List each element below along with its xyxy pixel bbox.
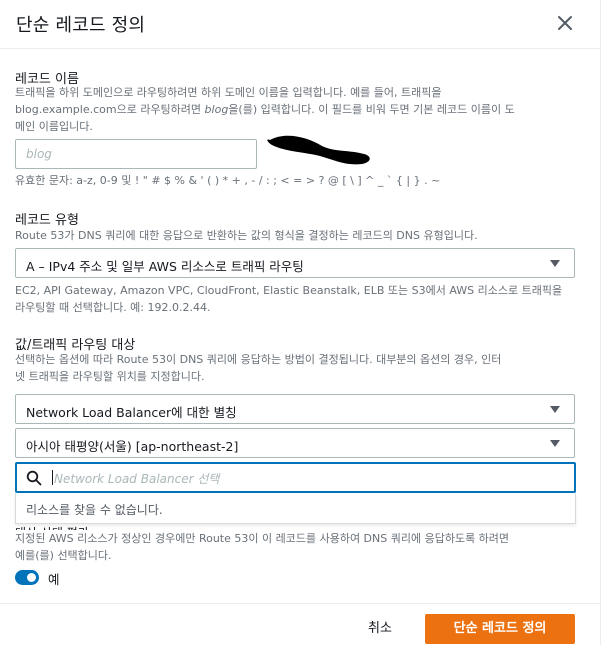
dialog-title: 단순 레코드 정의 (16, 15, 146, 36)
routing-target-desc-line2: 넷 트래픽을 라우팅할 위치를 지정합니다. (15, 370, 205, 383)
region-value: 아시아 태평양(서울) [ap-northeast-2] (26, 439, 239, 454)
record-name-input[interactable]: blog (15, 139, 257, 169)
text-cursor (52, 470, 53, 485)
no-results-message: 리소스를 찾을 수 없습니다. (26, 503, 163, 517)
dialog-footer: 취소 단순 레코드 정의 (0, 603, 600, 645)
define-simple-record-button[interactable]: 단순 레코드 정의 (425, 614, 575, 644)
record-type-help-line1: EC2, API Gateway, Amazon VPC, CloudFront… (15, 284, 563, 297)
search-results-dropdown: 리소스를 찾을 수 없습니다. (15, 493, 576, 524)
record-name-placeholder: blog (26, 147, 52, 161)
record-name-desc-line2: blog.example.com으로 라우팅하려면 blog을(를) 입력합니다… (15, 103, 515, 116)
record-type-value: A – IPv4 주소 및 일부 AWS 리소스로 트래픽 라우팅 (26, 259, 304, 274)
health-desc-line2: 예를(를) 선택합니다. (15, 549, 112, 562)
evaluate-health-toggle[interactable] (15, 570, 39, 585)
define-simple-record-dialog: 단순 레코드 정의 레코드 이름 트래픽을 하위 도메인으로 라우팅하려면 하위… (0, 0, 601, 645)
health-desc-line1: 지정된 AWS 리소스가 정상인 경우에만 Route 53이 이 레코드를 사… (15, 532, 510, 545)
routing-target-description: 선택하는 옵션에 따라 Route 53이 DNS 쿼리에 응답하는 방법이 결… (15, 351, 580, 385)
record-type-help: EC2, API Gateway, Amazon VPC, CloudFront… (15, 282, 580, 316)
search-icon (26, 470, 42, 486)
health-description: 지정된 AWS 리소스가 정상인 경우에만 Route 53이 이 레코드를 사… (15, 530, 580, 564)
dialog-header: 단순 레코드 정의 (0, 0, 600, 49)
redaction-scribble (267, 135, 370, 165)
caret-down-icon (550, 406, 560, 413)
caret-down-icon (550, 260, 560, 267)
record-type-select[interactable]: A – IPv4 주소 및 일부 AWS 리소스로 트래픽 라우팅 (15, 248, 575, 278)
search-placeholder: Network Load Balancer 선택 (54, 472, 220, 486)
close-icon[interactable] (555, 13, 575, 33)
toggle-knob (27, 573, 36, 582)
valid-characters-hint: 유효한 문자: a-z, 0-9 및 ! " # $ % & ' ( ) * +… (15, 174, 441, 187)
routing-target-desc-line1: 선택하는 옵션에 따라 Route 53이 DNS 쿼리에 응답하는 방법이 결… (15, 353, 502, 366)
region-select[interactable]: 아시아 태평양(서울) [ap-northeast-2] (15, 428, 575, 458)
record-type-label: 레코드 유형 (15, 213, 79, 228)
endpoint-value: Network Load Balancer에 대한 별칭 (26, 405, 237, 420)
record-type-description: Route 53가 DNS 쿼리에 대한 응답으로 반환하는 값의 형식을 결정… (15, 229, 478, 242)
cancel-button[interactable]: 취소 (352, 615, 408, 643)
evaluate-health-toggle-label: 예 (48, 572, 60, 587)
record-name-desc-line1: 트래픽을 하위 도메인으로 라우팅하려면 하위 도메인 이름을 입력합니다. 예… (15, 86, 442, 99)
record-type-help-line2: 라우팅할 때 선택합니다. 예: 192.0.2.44. (15, 301, 211, 314)
caret-down-icon (550, 440, 560, 447)
load-balancer-search-input[interactable]: Network Load Balancer 선택 (15, 462, 576, 493)
endpoint-select[interactable]: Network Load Balancer에 대한 별칭 (15, 394, 575, 424)
